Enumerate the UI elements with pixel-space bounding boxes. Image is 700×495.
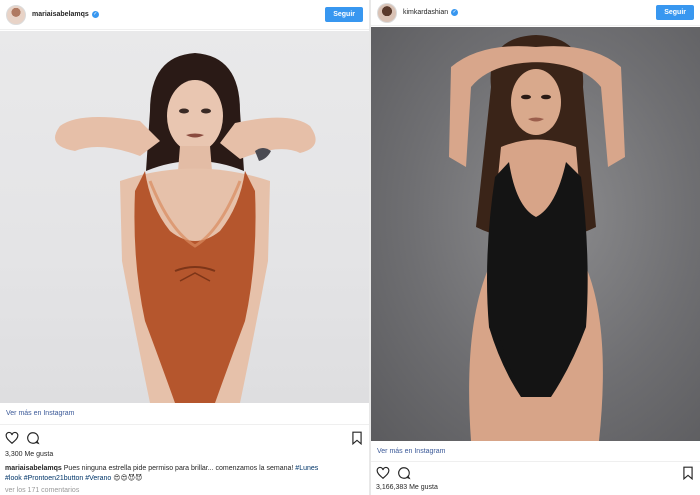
- post-photo[interactable]: [371, 27, 700, 441]
- username[interactable]: kimkardashian: [403, 9, 448, 16]
- woman-in-black-swimsuit-image: [449, 35, 625, 441]
- woman-in-copper-swimsuit-image: [55, 53, 316, 403]
- caption-username[interactable]: mariaisabelamqs: [5, 465, 62, 472]
- instagram-post-left: mariaisabelamqs ✓ Seguir Ver más en Inst…: [0, 0, 369, 495]
- view-comments-link[interactable]: ver los 171 comentarios: [5, 487, 79, 494]
- hashtag-link[interactable]: #Lunes: [295, 465, 318, 472]
- view-more-on-instagram-link[interactable]: Ver más en Instagram: [377, 448, 445, 455]
- hashtag-link[interactable]: #Verano: [85, 475, 111, 482]
- divider: [0, 424, 369, 425]
- hashtag-link[interactable]: #Prontoen21button: [24, 475, 84, 482]
- bookmark-icon[interactable]: [350, 431, 364, 445]
- post-actions: [5, 431, 364, 445]
- caption-emoji: 😍😍😈😈: [113, 475, 143, 482]
- follow-button[interactable]: Seguir: [656, 5, 694, 20]
- bookmark-icon[interactable]: [681, 466, 695, 480]
- post-header: kimkardashian ✓ Seguir: [371, 0, 700, 26]
- post-header: mariaisabelamqs ✓ Seguir: [0, 0, 369, 30]
- avatar[interactable]: [377, 2, 397, 23]
- caption-text: Pues ninguna estrella pide permiso para …: [63, 465, 294, 472]
- post-actions: [376, 466, 695, 480]
- divider: [371, 461, 700, 462]
- like-count[interactable]: 3,166,383 Me gusta: [376, 484, 438, 491]
- instagram-post-right: kimkardashian ✓ Seguir Ver más en Instag…: [371, 0, 700, 495]
- avatar[interactable]: [6, 4, 26, 25]
- heart-icon[interactable]: [376, 466, 390, 480]
- post-photo[interactable]: [0, 31, 369, 403]
- follow-button[interactable]: Seguir: [325, 7, 363, 22]
- post-caption: mariaisabelamqs Pues ninguna estrella pi…: [5, 464, 363, 484]
- comment-icon[interactable]: [397, 466, 411, 480]
- view-more-on-instagram-link[interactable]: Ver más en Instagram: [6, 410, 74, 417]
- username[interactable]: mariaisabelamqs: [32, 11, 89, 18]
- verified-badge-icon: ✓: [451, 9, 459, 16]
- comment-icon[interactable]: [26, 431, 40, 445]
- verified-badge-icon: ✓: [91, 11, 99, 18]
- like-count[interactable]: 3,300 Me gusta: [5, 451, 53, 458]
- hashtag-link[interactable]: #look: [5, 475, 22, 482]
- heart-icon[interactable]: [5, 431, 19, 445]
